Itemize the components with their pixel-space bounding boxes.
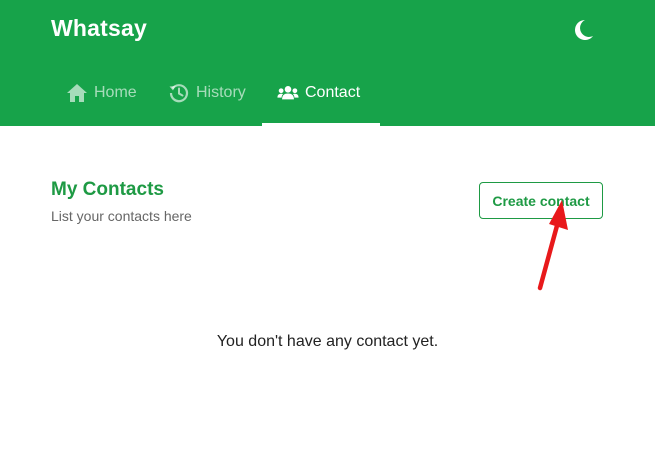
tab-contact[interactable]: Contact bbox=[262, 60, 380, 126]
tab-home-label: Home bbox=[94, 84, 137, 101]
page-subtitle: List your contacts here bbox=[51, 208, 192, 224]
main-nav: Home History Contact bbox=[0, 60, 655, 126]
create-contact-button[interactable]: Create contact bbox=[479, 182, 603, 219]
page-title: My Contacts bbox=[51, 179, 164, 200]
users-icon bbox=[277, 82, 299, 104]
tab-history-label: History bbox=[196, 84, 246, 101]
app-header: Whatsay Home History Contact bbox=[0, 0, 655, 126]
tab-history[interactable]: History bbox=[168, 60, 246, 126]
active-tab-indicator bbox=[262, 123, 380, 126]
tab-contact-label: Contact bbox=[305, 84, 361, 101]
history-icon bbox=[168, 82, 190, 104]
theme-toggle-button[interactable] bbox=[569, 16, 597, 44]
tab-home[interactable]: Home bbox=[66, 60, 137, 126]
empty-state-message: You don't have any contact yet. bbox=[216, 333, 439, 350]
moon-icon bbox=[575, 20, 593, 40]
home-icon bbox=[66, 82, 88, 104]
app-title[interactable]: Whatsay bbox=[51, 15, 147, 42]
